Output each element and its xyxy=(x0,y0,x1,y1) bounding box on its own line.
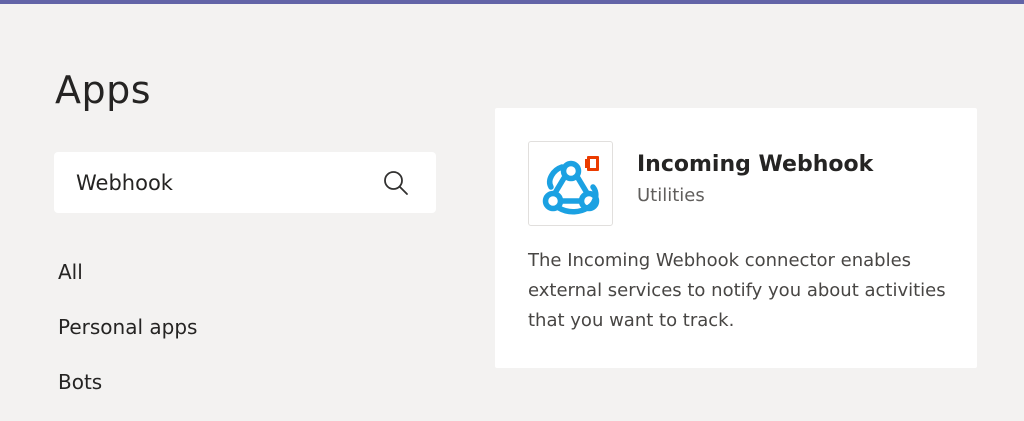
page-title: Apps xyxy=(55,68,152,112)
app-logo xyxy=(528,141,613,226)
office-icon xyxy=(585,156,599,171)
webhook-icon xyxy=(542,156,600,215)
search-icon[interactable] xyxy=(382,169,410,197)
app-result-card[interactable]: Incoming Webhook Utilities The Incoming … xyxy=(495,108,977,368)
nav-item-all[interactable]: All xyxy=(58,256,197,311)
search-box[interactable] xyxy=(54,152,436,213)
top-accent-bar xyxy=(0,0,1024,4)
app-category: Utilities xyxy=(637,185,705,206)
category-nav: All Personal apps Bots xyxy=(58,256,197,421)
app-name[interactable]: Incoming Webhook xyxy=(637,152,873,177)
app-description: The Incoming Webhook connector enables e… xyxy=(528,250,946,331)
nav-item-personal-apps[interactable]: Personal apps xyxy=(58,311,197,366)
nav-item-bots[interactable]: Bots xyxy=(58,366,197,421)
search-input[interactable] xyxy=(76,166,366,200)
